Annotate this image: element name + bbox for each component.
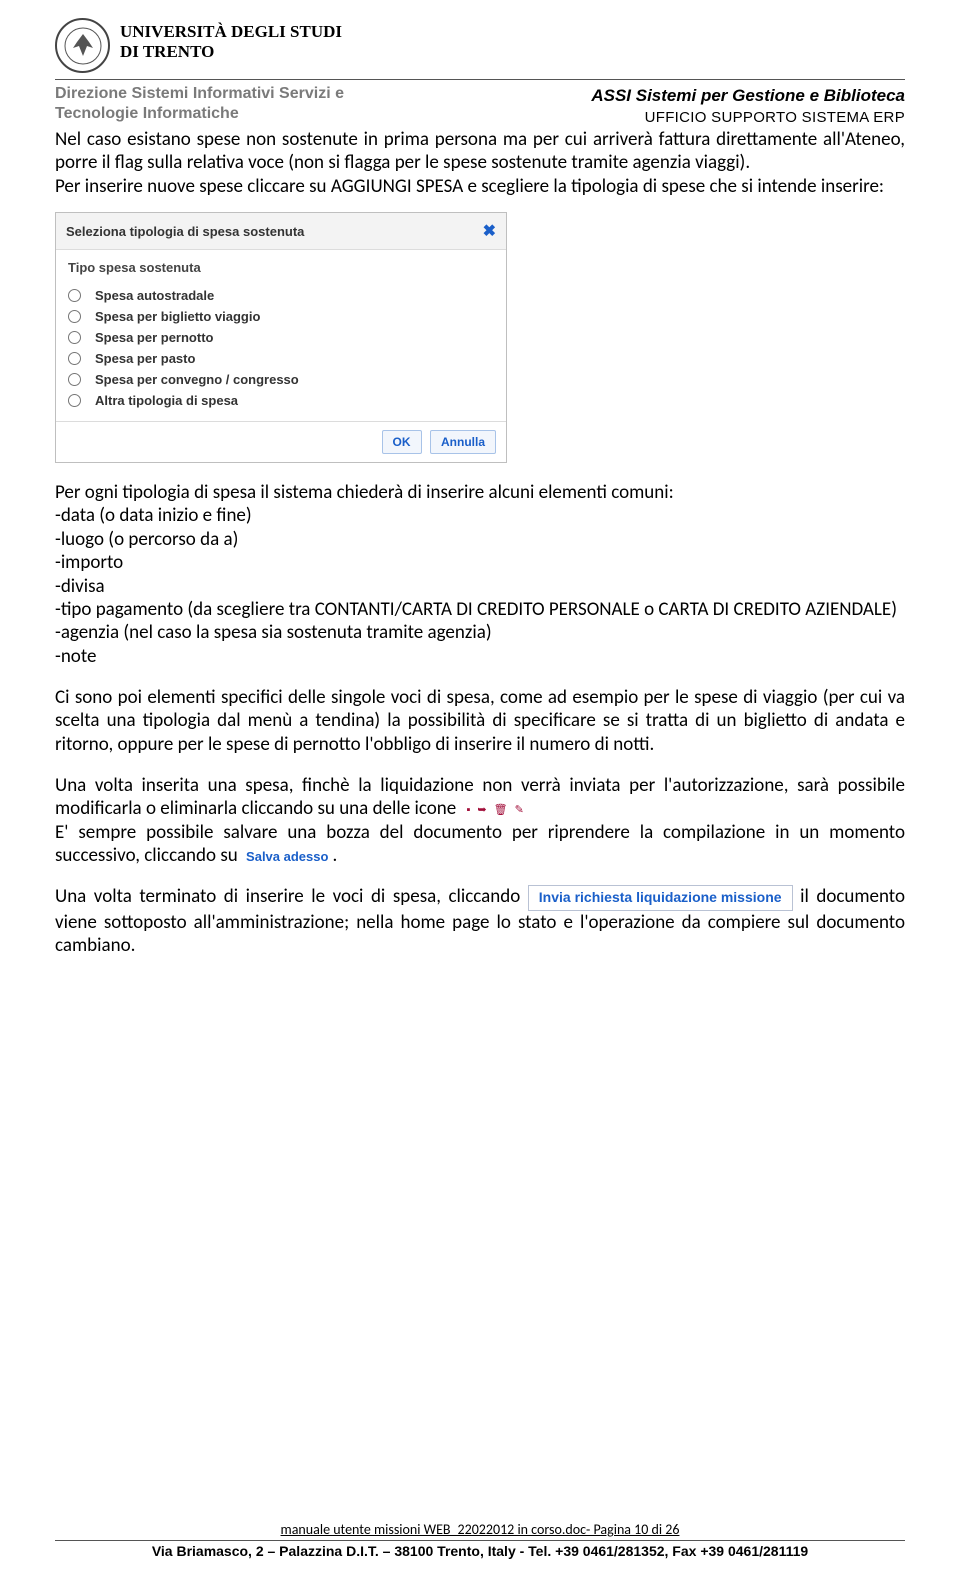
radio-input[interactable]: [68, 394, 81, 407]
university-name-line2: DI TRENTO: [120, 42, 342, 62]
radio-option[interactable]: Spesa per convegno / congresso: [66, 369, 496, 390]
list-item: -tipo pagamento (da scegliere tra CONTAN…: [55, 598, 905, 621]
radio-input[interactable]: [68, 289, 81, 302]
department-name: Direzione Sistemi Informativi Servizi e …: [55, 84, 344, 124]
delete-icon[interactable]: 🗑: [494, 803, 508, 817]
list-item: -data (o data inizio e fine): [55, 504, 905, 527]
radio-input[interactable]: [68, 373, 81, 386]
radio-label: Spesa per convegno / congresso: [95, 372, 299, 387]
action-icons-strip: ▪ ➥ 🗑 ✎: [460, 803, 523, 817]
insert-icon[interactable]: ➥: [477, 803, 486, 817]
radio-label: Spesa per pasto: [95, 351, 195, 366]
radio-label: Spesa autostradale: [95, 288, 214, 303]
send-liquidation-request-button[interactable]: Invia richiesta liquidazione missione: [528, 885, 793, 910]
dialog-subtitle: Tipo spesa sostenuta: [56, 250, 506, 281]
radio-input[interactable]: [68, 352, 81, 365]
university-logo: [55, 18, 110, 73]
paragraph-6: Una volta terminato di inserire le voci …: [55, 885, 905, 957]
list-item: -agenzia (nel caso la spesa sia sostenut…: [55, 621, 905, 644]
footer-address: Via Briamasco, 2 – Palazzina D.I.T. – 38…: [55, 1543, 905, 1559]
edit-icon[interactable]: ✎: [515, 803, 524, 817]
paragraph-2: Per inserire nuove spese cliccare su AGG…: [55, 175, 905, 198]
list-item: -divisa: [55, 575, 905, 598]
assi-title: ASSI Sistemi per Gestione e Biblioteca: [591, 86, 905, 106]
list-item: -importo: [55, 551, 905, 574]
radio-option[interactable]: Spesa autostradale: [66, 285, 496, 306]
list-item: -luogo (o percorso da a): [55, 528, 905, 551]
radio-label: Spesa per pernotto: [95, 330, 213, 345]
radio-option[interactable]: Spesa per pernotto: [66, 327, 496, 348]
radio-input[interactable]: [68, 310, 81, 323]
radio-option[interactable]: Altra tipologia di spesa: [66, 390, 496, 411]
radio-option[interactable]: Spesa per pasto: [66, 348, 496, 369]
save-now-link[interactable]: Salva adesso: [242, 849, 332, 864]
footer-divider: [55, 1540, 905, 1541]
paragraph-4: Ci sono poi elementi specifici delle sin…: [55, 686, 905, 756]
ok-button[interactable]: OK: [382, 430, 422, 454]
page-header: UNIVERSITÀ DEGLI STUDI DI TRENTO: [55, 18, 905, 73]
header-divider: [55, 79, 905, 80]
radio-option[interactable]: Spesa per biglietto viaggio: [66, 306, 496, 327]
office-name: UFFICIO SUPPORTO SISTEMA ERP: [591, 109, 905, 126]
paragraph-5: Una volta inserita una spesa, finchè la …: [55, 774, 905, 821]
page-footer: manuale utente missioni WEB_22022012 in …: [55, 1521, 905, 1559]
paragraph-1: Nel caso esistano spese non sostenute in…: [55, 128, 905, 175]
eagle-seal-icon: [63, 26, 103, 66]
detail-icon[interactable]: ▪: [466, 803, 470, 817]
radio-label: Spesa per biglietto viaggio: [95, 309, 260, 324]
dialog-title: Seleziona tipologia di spesa sostenuta: [66, 224, 304, 239]
university-name-line1: UNIVERSITÀ DEGLI STUDI: [120, 22, 342, 42]
close-icon[interactable]: ✖: [483, 221, 496, 241]
paragraph-3: Per ogni tipologia di spesa il sistema c…: [55, 481, 905, 504]
cancel-button[interactable]: Annulla: [430, 430, 496, 454]
radio-label: Altra tipologia di spesa: [95, 393, 238, 408]
list-item: -note: [55, 645, 905, 668]
expense-type-dialog: Seleziona tipologia di spesa sostenuta ✖…: [55, 212, 507, 463]
paragraph-5b: E' sempre possibile salvare una bozza de…: [55, 821, 905, 868]
radio-input[interactable]: [68, 331, 81, 344]
footer-docinfo: manuale utente missioni WEB_22022012 in …: [55, 1521, 905, 1538]
